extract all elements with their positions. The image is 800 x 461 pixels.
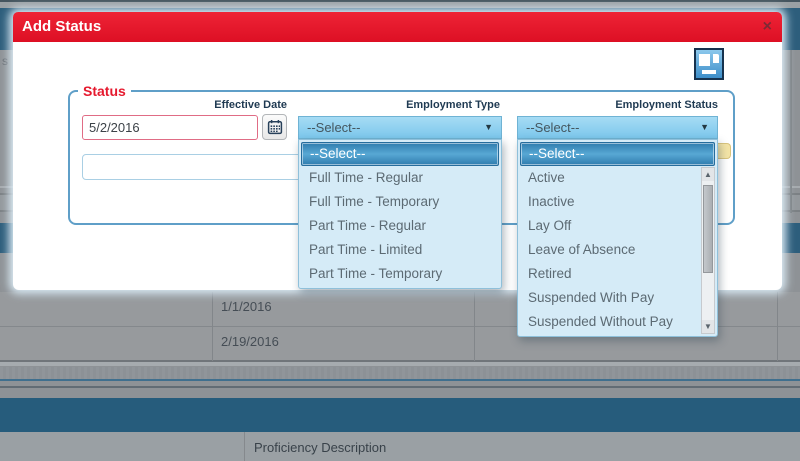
employment-status-select[interactable]: --Select-- ▼ [517, 116, 718, 139]
option-full-time-temporary[interactable]: Full Time - Temporary [301, 190, 499, 214]
bg-footer-column-divider [244, 432, 245, 461]
bg-table-column-divider [474, 292, 475, 361]
bg-textured-band [0, 367, 800, 379]
employment-status-selected-value: --Select-- [526, 120, 579, 135]
employment-status-label: Employment Status [513, 99, 718, 111]
option-part-time-temporary[interactable]: Part Time - Temporary [301, 262, 499, 286]
bg-lower-header-band [0, 398, 800, 432]
bg-table-cell-date: 1/1/2016 [221, 299, 272, 314]
employment-type-options-list: --Select-- Full Time - Regular Full Time… [298, 139, 502, 289]
bg-blue-line [0, 379, 800, 381]
employment-type-label: Employment Type [298, 99, 500, 111]
scrollbar-thumb[interactable] [703, 185, 713, 273]
calendar-icon [267, 119, 283, 135]
bg-dark-line [0, 386, 800, 388]
option-inactive[interactable]: Inactive [520, 190, 715, 214]
option-retired[interactable]: Retired [520, 262, 715, 286]
status-fieldset-legend: Status [78, 83, 131, 99]
employment-status-options-list: --Select-- Active Inactive Lay Off Leave… [517, 139, 718, 337]
option-select-placeholder[interactable]: --Select-- [301, 142, 499, 166]
bg-table-cell-date: 2/19/2016 [221, 334, 279, 349]
scroll-down-icon[interactable]: ▼ [702, 320, 714, 333]
bg-divider-band [0, 362, 800, 366]
option-leave-of-absence[interactable]: Leave of Absence [520, 238, 715, 262]
chevron-down-icon: ▼ [484, 117, 493, 138]
list-scrollbar[interactable]: ▲ ▼ [701, 167, 715, 334]
dialog-title: Add Status [22, 12, 101, 42]
option-lay-off[interactable]: Lay Off [520, 214, 715, 238]
option-full-time-regular[interactable]: Full Time - Regular [301, 166, 499, 190]
save-button[interactable] [694, 48, 724, 80]
dialog-titlebar: Add Status × [13, 12, 782, 42]
screen: s 1/1/2016 2/19/2016 Proficiency Descrip… [0, 0, 800, 461]
bg-table-column-divider [212, 292, 213, 361]
employment-type-select[interactable]: --Select-- ▼ [298, 116, 502, 139]
bg-footer-column-header: Proficiency Description [254, 440, 386, 455]
floppy-disk-icon [699, 54, 719, 75]
option-suspended-with-pay[interactable]: Suspended With Pay [520, 286, 715, 310]
partial-required-field[interactable] [718, 143, 731, 159]
option-part-time-regular[interactable]: Part Time - Regular [301, 214, 499, 238]
bg-table-column-divider [777, 292, 778, 361]
option-part-time-limited[interactable]: Part Time - Limited [301, 238, 499, 262]
bg-sidebar-text-fragment: s [2, 54, 8, 68]
chevron-down-icon: ▼ [700, 117, 709, 138]
bg-footer-row [0, 432, 800, 461]
option-select-placeholder[interactable]: --Select-- [520, 142, 715, 166]
bg-right-divider [790, 50, 792, 213]
scroll-up-icon[interactable]: ▲ [702, 168, 714, 181]
effective-date-input[interactable] [82, 115, 258, 140]
effective-date-label: Effective Date [82, 99, 287, 111]
option-suspended-without-pay[interactable]: Suspended Without Pay [520, 310, 715, 334]
employment-type-selected-value: --Select-- [307, 120, 360, 135]
option-active[interactable]: Active [520, 166, 715, 190]
close-icon[interactable]: × [763, 12, 772, 42]
calendar-picker-button[interactable] [262, 114, 287, 140]
